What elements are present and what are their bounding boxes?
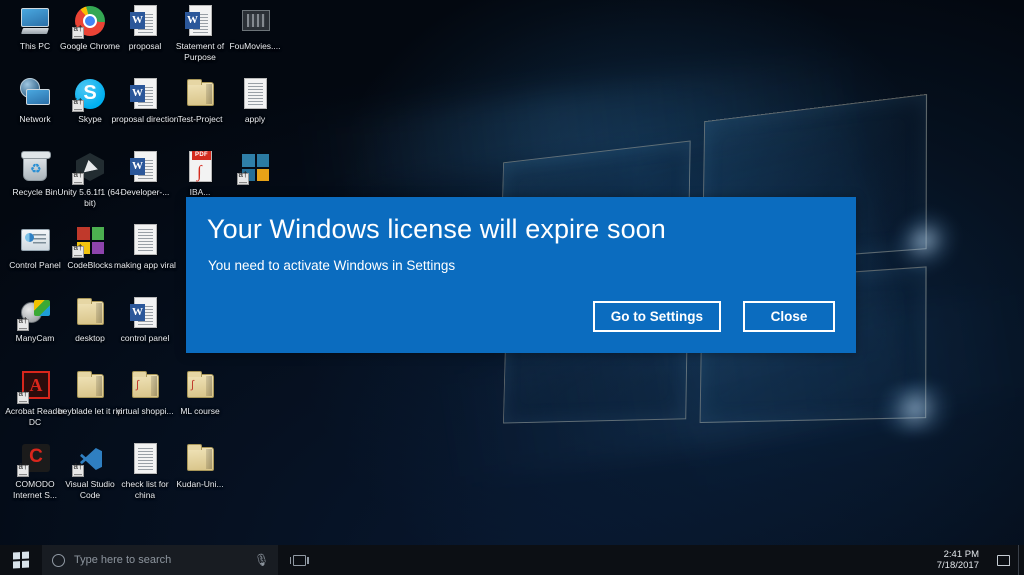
shortcut-arrow-icon [72,246,84,258]
desktop-icon-label: Recycle Bin [12,187,58,197]
shortcut-arrow-icon [72,173,84,185]
manycam-icon [17,296,52,331]
dialog-button-row: Go to Settings Close [592,301,835,332]
search-circle-icon [52,553,65,567]
desktop-icon-label: This PC [19,41,51,51]
shortcut-arrow-icon [237,173,249,185]
light-beam [297,56,863,194]
skype-icon: S [72,77,107,112]
monitor-icon [18,4,52,38]
desktop-icon[interactable]: Kudan-Uni... [165,442,235,490]
logo-glow [871,379,961,437]
system-tray: 2:41 PM 7/18/2017 [928,545,1024,575]
windows-activation-dialog: Your Windows license will expire soon Yo… [186,197,856,353]
desktop-icon-label: IBA... [189,187,211,197]
task-view-icon [289,554,309,566]
desktop-icon[interactable] [220,150,290,187]
word-document-icon: W [128,77,162,111]
folder-icon [73,296,107,330]
shortcut-arrow-icon [72,27,84,39]
text-document-icon [238,77,272,111]
image-file-icon [238,4,272,38]
word-document-icon: W [128,150,162,184]
word-document-icon: W [128,4,162,38]
go-to-settings-button[interactable]: Go to Settings [592,301,721,332]
shortcut-arrow-icon [17,465,29,477]
shortcut-arrow-icon [72,100,84,112]
network-icon [18,77,52,111]
action-center-button[interactable] [988,545,1018,575]
desktop-icon-label: ManyCam [15,333,55,343]
chrome-icon [72,4,107,39]
desktop-icon-label: FouMovies.... [229,41,281,51]
logo-glow [891,205,959,276]
desktop-icon-label: desktop [75,333,105,343]
dialog-title: Your Windows license will expire soon [207,214,666,244]
dialog-subtitle: You need to activate Windows in Settings [208,258,456,273]
text-document-icon [128,223,162,257]
word-document-icon: W [183,4,217,38]
pdf-document-icon: PDF ∫ [183,150,217,184]
folder-icon [73,369,107,403]
taskbar: Type here to search 🎙 2:41 PM 7/18/2017 [0,545,1024,575]
search-placeholder: Type here to search [74,554,172,566]
folder-icon [183,77,217,111]
show-desktop-button[interactable] [1018,545,1024,575]
desktop-icon-label: apply [244,114,266,124]
desktop-icon-label: control panel [120,333,170,343]
desktop-icon-label: Network [19,114,51,124]
desktop-icon-label: Control Panel [9,260,61,270]
windows-store-icon [237,150,272,185]
unity-icon [72,150,107,185]
shortcut-arrow-icon [17,319,29,331]
folder-icon [183,442,217,476]
recycle-bin-icon: ♻ [18,150,52,184]
start-button[interactable] [0,545,42,575]
desktop-icon-label: proposal [128,41,162,51]
clock-date: 7/18/2017 [936,560,979,571]
windows-start-icon [13,551,29,569]
word-document-icon: W [128,296,162,330]
desktop-icon-label: ML course [180,406,220,416]
desktop-icon[interactable]: ∫ ML course [165,369,235,417]
desktop-icon[interactable]: apply [220,77,290,125]
vscode-icon [72,442,107,477]
control-panel-icon [18,223,52,257]
task-view-button[interactable] [278,545,320,575]
folder-pdf-icon: ∫ [128,369,162,403]
desktop-icon-label: Kudan-Uni... [176,479,224,489]
desktop-icon-label: Test-Project [177,114,223,124]
close-button[interactable]: Close [743,301,835,332]
taskbar-clock[interactable]: 2:41 PM 7/18/2017 [928,545,988,575]
folder-pdf-icon: ∫ [183,369,217,403]
comodo-icon [17,442,52,477]
search-input[interactable]: Type here to search 🎙 [42,545,278,575]
microphone-icon[interactable]: 🎙 [254,554,269,566]
shortcut-arrow-icon [17,392,29,404]
acrobat-icon [17,369,52,404]
codeblocks-icon [72,223,107,258]
action-center-icon [996,554,1010,566]
desktop-icon-label: Skype [78,114,102,124]
desktop-icon[interactable]: FouMovies.... [220,4,290,52]
shortcut-arrow-icon [72,465,84,477]
text-document-icon [128,442,162,476]
clock-time: 2:41 PM [943,549,979,560]
desktop-icon-label: CodeBlocks [67,260,113,270]
desktop-icon-label: Developer-... [120,187,170,197]
desktop-screen: This PCGoogle ChromeWproposalWStatement … [0,0,1024,575]
